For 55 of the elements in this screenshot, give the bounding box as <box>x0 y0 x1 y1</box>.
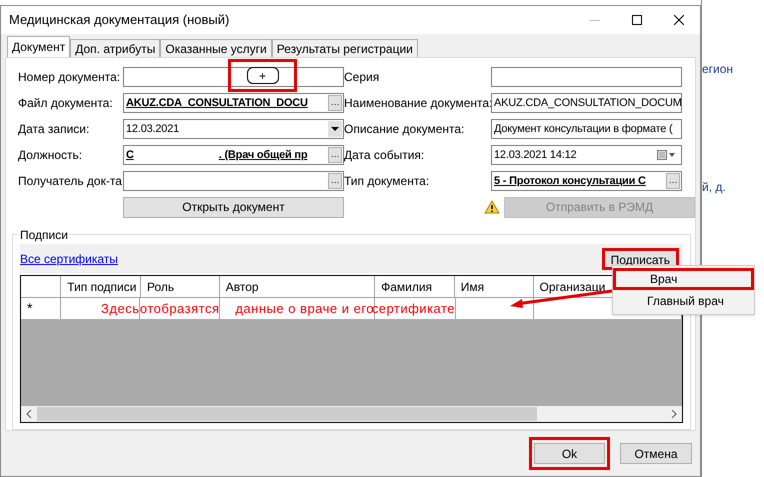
open-document-button[interactable]: Открыть документ <box>123 196 344 218</box>
background-text: егион <box>702 61 734 78</box>
scroll-right-icon[interactable] <box>671 410 677 418</box>
input-field[interactable]: AKUZ.CDA_CONSULTATION_DOCU … <box>123 93 344 114</box>
field-label: Описание документа: <box>344 121 466 138</box>
input-field[interactable]: С . (Врач общей пр … <box>123 145 344 166</box>
horizontal-scrollbar[interactable] <box>21 406 682 422</box>
column-header[interactable]: Роль <box>141 276 220 298</box>
scrollbar-thumb[interactable] <box>37 407 537 422</box>
field-label: Дата записи: <box>18 121 90 138</box>
maximize-icon[interactable] <box>632 15 642 26</box>
input-field[interactable] <box>491 67 682 88</box>
column-header[interactable]: Автор <box>220 276 376 298</box>
dropdown-button[interactable] <box>328 121 342 138</box>
column-header[interactable]: Фамилия <box>375 276 455 298</box>
field-label: Получатель док-та <box>18 173 123 190</box>
ellipsis-button[interactable]: … <box>328 173 342 190</box>
caret-icon <box>331 127 339 132</box>
ellipsis-button[interactable]: … <box>328 147 342 164</box>
calendar-icon[interactable] <box>657 150 677 160</box>
input-field[interactable]: … <box>123 171 344 192</box>
field-label: Тип документа: <box>344 173 430 190</box>
input-field[interactable]: AKUZ.CDA_CONSULTATION_DOCUM <box>491 93 682 114</box>
ellipsis-button[interactable]: … <box>328 95 342 112</box>
close-icon[interactable] <box>674 15 684 26</box>
cancel-button[interactable]: Отмена <box>620 443 692 464</box>
field-label: Файл документа: <box>18 95 114 112</box>
annotation-text: данные о враче и его <box>235 300 374 318</box>
scroll-left-icon[interactable] <box>26 410 32 418</box>
background-text: й, д. <box>702 179 727 196</box>
field-label: Номер документа: <box>18 69 122 86</box>
ellipsis-button[interactable]: … <box>666 173 680 190</box>
field-label: Должность: <box>18 147 84 164</box>
warning-icon <box>484 200 500 214</box>
tab[interactable]: Результаты регистрации <box>272 39 418 58</box>
ok-button[interactable]: Ok <box>534 443 605 464</box>
column-header[interactable]: Имя <box>454 276 534 298</box>
window-title: Медицинская документация (новый) <box>9 11 230 30</box>
input-field[interactable]: Документ консультации в формате ( <box>491 119 682 140</box>
input-field[interactable]: 5 - Протокол консультации С … <box>491 171 682 192</box>
annotation-text: Здесь <box>101 300 140 318</box>
column-header[interactable]: Тип подписи <box>61 276 141 298</box>
tab[interactable]: Оказанные услуги <box>160 39 272 58</box>
tab[interactable]: Доп. атрибуты <box>70 39 160 58</box>
annotation-text: сертификате <box>372 300 456 318</box>
field-label: Дата события: <box>344 147 426 164</box>
input-field[interactable]: 12.03.2021 <box>123 119 344 140</box>
field-label: Наименование документа: <box>344 95 491 112</box>
input-field[interactable]: 12.03.2021 14:12 <box>491 145 682 166</box>
tab[interactable]: Документ <box>7 36 70 58</box>
add-button[interactable]: + <box>246 67 278 84</box>
all-certificates-link[interactable]: Все сертификаты <box>20 250 118 268</box>
menu-item[interactable]: Врач <box>613 268 754 290</box>
annotation-text: отобразятся <box>140 300 220 318</box>
field-label: Серия <box>344 69 380 86</box>
